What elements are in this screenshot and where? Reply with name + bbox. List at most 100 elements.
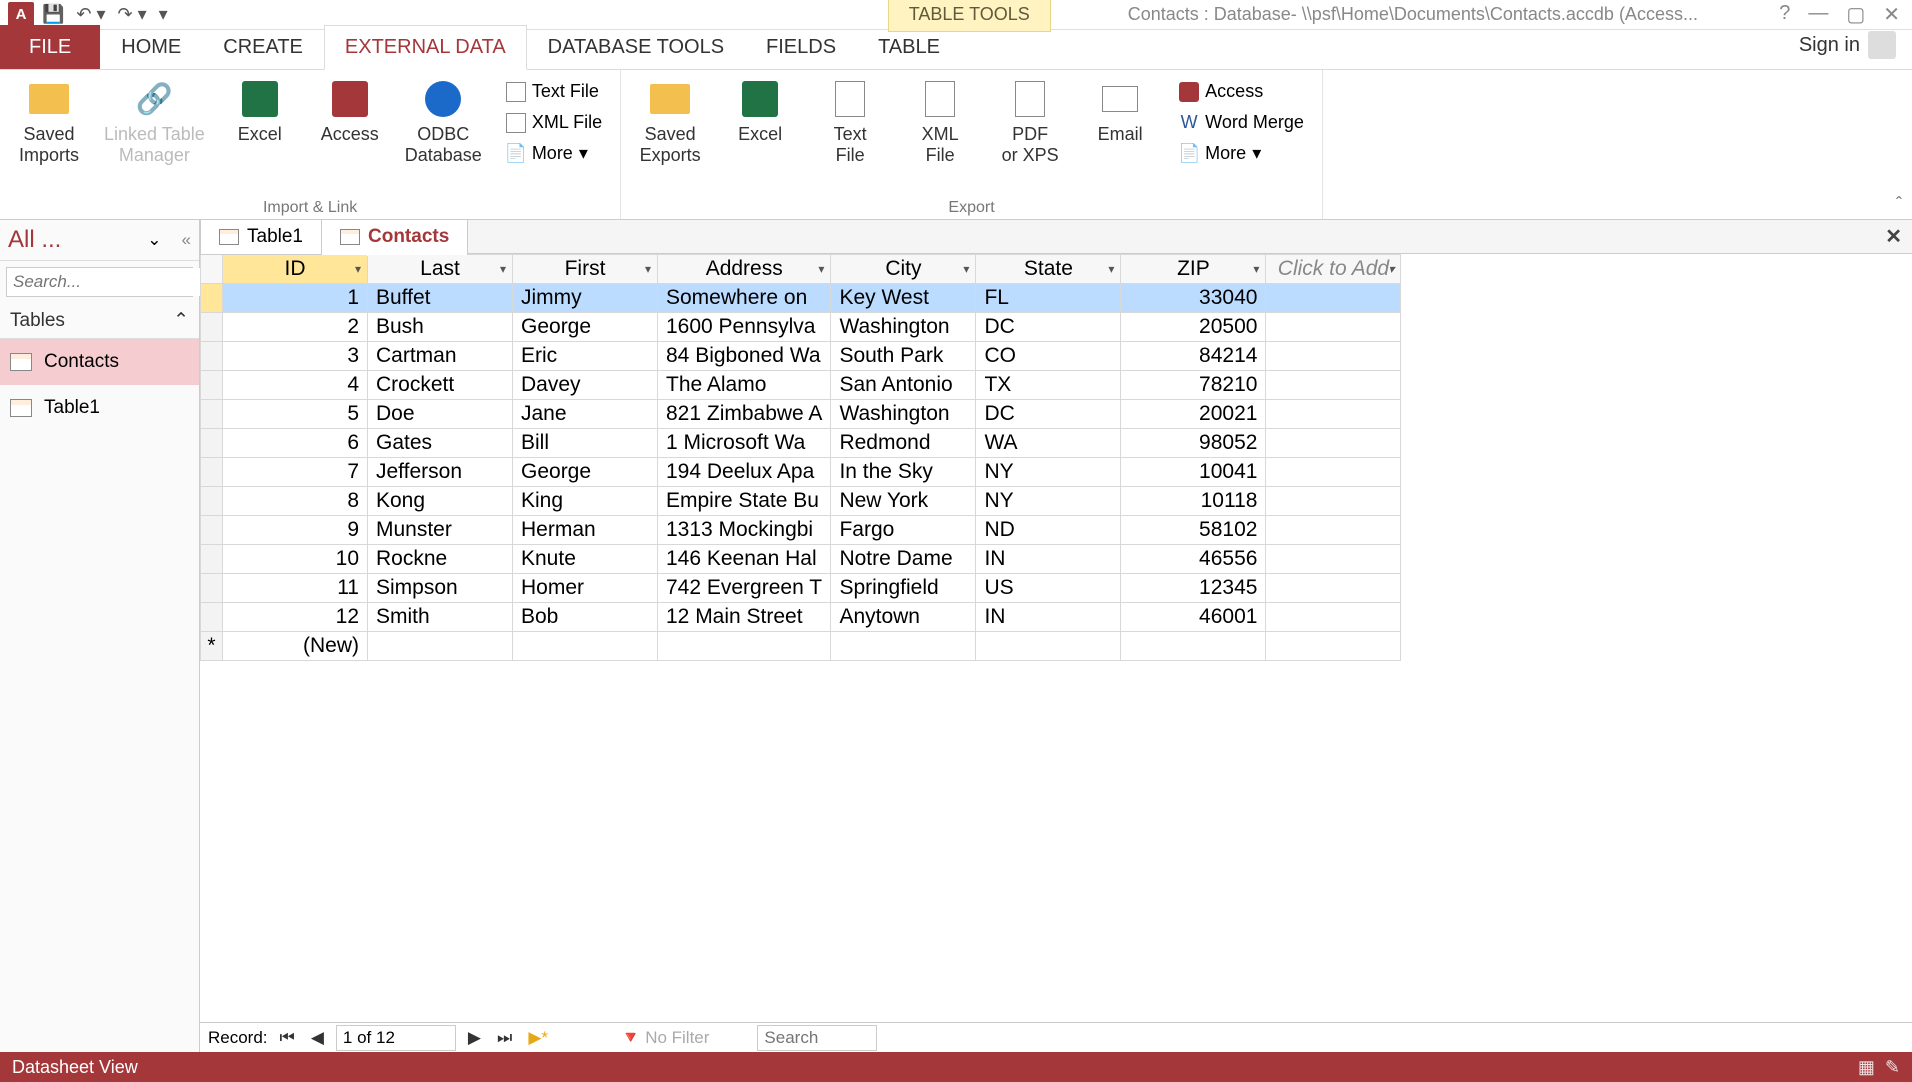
cell[interactable] [1266, 342, 1401, 371]
cell[interactable]: South Park [831, 342, 976, 371]
export-email-button[interactable]: Email [1079, 74, 1161, 171]
cell[interactable]: 20021 [1121, 400, 1266, 429]
cell[interactable]: Somewhere on [658, 284, 831, 313]
table-row[interactable]: 3CartmanEric84 Bigboned WaSouth ParkCO84… [201, 342, 1401, 371]
redo-icon[interactable]: ↷ ▾ [118, 4, 147, 25]
cell[interactable] [1266, 371, 1401, 400]
design-view-icon[interactable]: ✎ [1885, 1057, 1900, 1078]
column-header-last[interactable]: Last▾ [368, 255, 513, 284]
cell[interactable] [201, 545, 223, 574]
linked-table-manager-button[interactable]: 🔗 Linked Table Manager [98, 74, 211, 171]
cell[interactable] [831, 632, 976, 661]
cell[interactable]: 58102 [1121, 516, 1266, 545]
cell[interactable]: ND [976, 516, 1121, 545]
cell[interactable]: 10118 [1121, 487, 1266, 516]
cell[interactable]: 9 [223, 516, 368, 545]
table-row[interactable]: 9MunsterHerman1313 MockingbiFargoND58102 [201, 516, 1401, 545]
cell[interactable]: Homer [513, 574, 658, 603]
cell[interactable]: Washington [831, 400, 976, 429]
cell[interactable]: 84214 [1121, 342, 1266, 371]
tab-home[interactable]: HOME [100, 25, 202, 69]
cell[interactable]: George [513, 313, 658, 342]
cell[interactable]: IN [976, 603, 1121, 632]
cell[interactable] [201, 574, 223, 603]
doc-tab-contacts[interactable]: Contacts [321, 219, 468, 256]
cell[interactable]: King [513, 487, 658, 516]
cell[interactable] [201, 458, 223, 487]
import-xml-file-button[interactable]: XML File [500, 109, 608, 136]
cell[interactable]: 742 Evergreen T [658, 574, 831, 603]
word-merge-button[interactable]: W Word Merge [1173, 109, 1310, 136]
cell[interactable]: 3 [223, 342, 368, 371]
cell[interactable]: DC [976, 400, 1121, 429]
cell[interactable]: Kong [368, 487, 513, 516]
saved-exports-button[interactable]: Saved Exports [629, 74, 711, 171]
cell[interactable] [201, 603, 223, 632]
export-xml-file-button[interactable]: XML File [899, 74, 981, 171]
cell[interactable]: Springfield [831, 574, 976, 603]
next-record-icon[interactable]: ▶ [464, 1028, 485, 1048]
table-row[interactable]: 1BuffetJimmySomewhere onKey WestFL33040 [201, 284, 1401, 313]
cell[interactable]: 1 [223, 284, 368, 313]
export-more-button[interactable]: 📄 More ▾ [1173, 140, 1310, 167]
cell[interactable]: Cartman [368, 342, 513, 371]
chevron-down-icon[interactable]: ▾ [963, 262, 969, 276]
cell[interactable] [1121, 632, 1266, 661]
new-record-row[interactable]: *(New) [201, 632, 1401, 661]
cell[interactable]: Crockett [368, 371, 513, 400]
cell[interactable]: 821 Zimbabwe A [658, 400, 831, 429]
cell[interactable]: Bob [513, 603, 658, 632]
cell[interactable]: FL [976, 284, 1121, 313]
cell[interactable]: Jane [513, 400, 658, 429]
cell[interactable] [201, 516, 223, 545]
table-row[interactable]: 10RockneKnute146 Keenan HalNotre DameIN4… [201, 545, 1401, 574]
cell[interactable]: Doe [368, 400, 513, 429]
chevron-down-icon[interactable]: ▾ [500, 262, 506, 276]
cell[interactable]: Rockne [368, 545, 513, 574]
export-pdf-button[interactable]: PDF or XPS [989, 74, 1071, 171]
undo-icon[interactable]: ↶ ▾ [76, 4, 105, 25]
cell[interactable]: 1313 Mockingbi [658, 516, 831, 545]
nav-group-tables[interactable]: Tables ⌃ [0, 303, 199, 339]
cell[interactable]: 4 [223, 371, 368, 400]
column-header-state[interactable]: State▾ [976, 255, 1121, 284]
import-access-button[interactable]: Access [309, 74, 391, 171]
doc-tab-table1[interactable]: Table1 [200, 219, 322, 255]
cell[interactable]: NY [976, 487, 1121, 516]
cell[interactable]: NY [976, 458, 1121, 487]
column-header-first[interactable]: First▾ [513, 255, 658, 284]
first-record-icon[interactable]: ⏮ [276, 1028, 299, 1048]
cell[interactable]: Jimmy [513, 284, 658, 313]
cell[interactable]: 10 [223, 545, 368, 574]
export-access-button[interactable]: Access [1173, 78, 1310, 105]
cell[interactable] [1266, 516, 1401, 545]
cell[interactable]: 194 Deelux Apa [658, 458, 831, 487]
cell[interactable]: CO [976, 342, 1121, 371]
cell[interactable]: 10041 [1121, 458, 1266, 487]
column-header-zip[interactable]: ZIP▾ [1121, 255, 1266, 284]
cell[interactable]: Redmond [831, 429, 976, 458]
chevron-down-icon[interactable]: ▾ [645, 262, 651, 276]
table-row[interactable]: 4CrockettDaveyThe AlamoSan AntonioTX7821… [201, 371, 1401, 400]
cell[interactable]: DC [976, 313, 1121, 342]
collapse-group-icon[interactable]: ⌃ [173, 309, 189, 332]
cell[interactable] [201, 313, 223, 342]
nav-collapse-icon[interactable]: « [182, 230, 191, 250]
cell[interactable]: Notre Dame [831, 545, 976, 574]
cell[interactable]: Empire State Bu [658, 487, 831, 516]
cell[interactable] [1266, 458, 1401, 487]
cell[interactable]: Simpson [368, 574, 513, 603]
cell[interactable]: 12 [223, 603, 368, 632]
cell[interactable]: New York [831, 487, 976, 516]
table-row[interactable]: 2BushGeorge1600 PennsylvaWashingtonDC205… [201, 313, 1401, 342]
cell[interactable]: 33040 [1121, 284, 1266, 313]
cell[interactable] [1266, 574, 1401, 603]
chevron-down-icon[interactable]: ▾ [1388, 262, 1394, 276]
last-record-icon[interactable]: ⏭ [493, 1028, 516, 1048]
cell[interactable]: The Alamo [658, 371, 831, 400]
table-row[interactable]: 7JeffersonGeorge194 Deelux ApaIn the Sky… [201, 458, 1401, 487]
cell[interactable] [1266, 545, 1401, 574]
cell[interactable] [1266, 284, 1401, 313]
click-to-add-column[interactable]: Click to Add ▾ [1266, 255, 1401, 284]
table-row[interactable]: 11SimpsonHomer742 Evergreen TSpringfield… [201, 574, 1401, 603]
